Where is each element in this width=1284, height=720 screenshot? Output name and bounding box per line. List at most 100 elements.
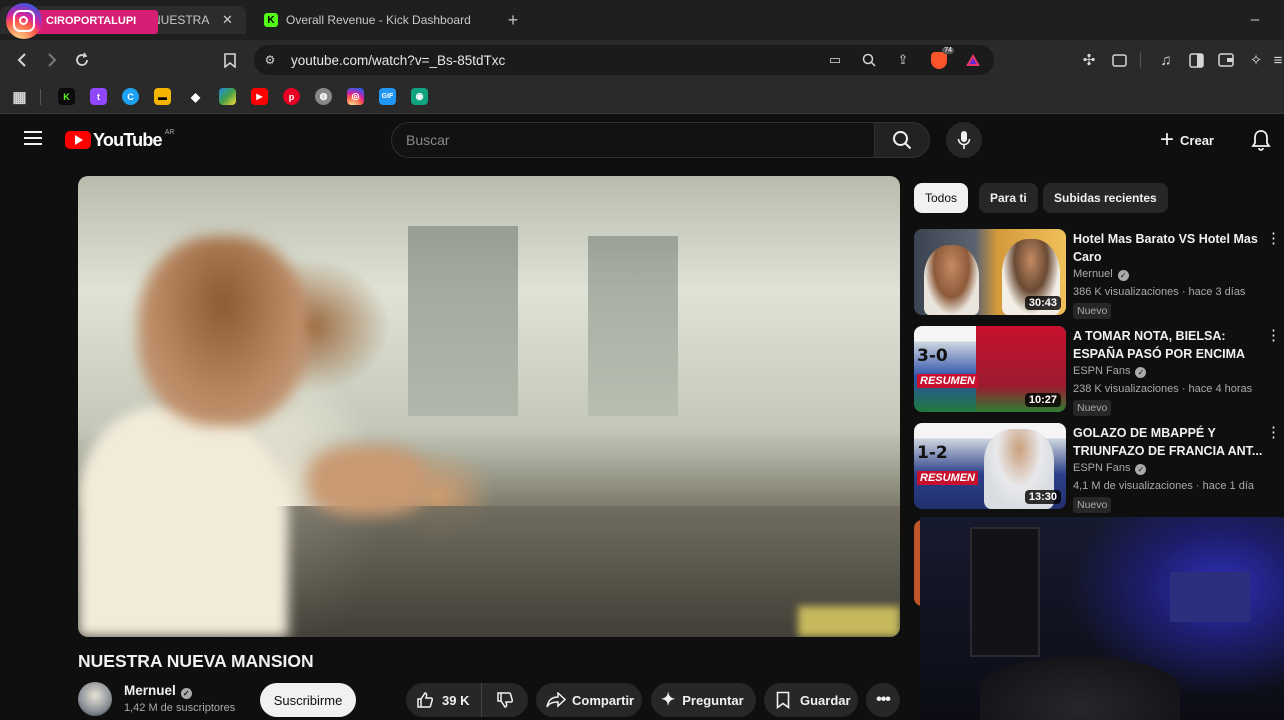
subscriber-count: 1,42 M de suscriptores — [124, 702, 236, 714]
tab-search-icon[interactable] — [1108, 49, 1130, 71]
site-settings-icon[interactable]: ⚙ — [259, 49, 281, 71]
recommendation-item[interactable]: 1-2 RESUMEN 13:30 GOLAZO DE MBAPPÉ Y TRI… — [914, 423, 1284, 513]
channel-avatar[interactable] — [78, 682, 112, 716]
sidebar-icon[interactable] — [1185, 49, 1207, 71]
more-vert-icon[interactable]: ⋮ — [1266, 328, 1281, 344]
thumbnail-score: 3-0 — [917, 346, 948, 366]
back-arrow-icon[interactable] — [11, 49, 33, 71]
chip-para-ti[interactable]: Para ti — [979, 183, 1038, 213]
chip-todos[interactable]: Todos — [914, 183, 969, 213]
ask-button[interactable]: ✦ Preguntar — [651, 683, 756, 717]
subscribe-button[interactable]: Suscribirme — [260, 683, 356, 717]
thumbnail-person-left — [924, 245, 979, 315]
reload-icon[interactable] — [71, 49, 93, 71]
recommendation-title[interactable]: A TOMAR NOTA, BIELSA: ESPAÑA PASÓ POR EN… — [1073, 327, 1263, 363]
thumbnail-score: 1-2 — [917, 443, 948, 463]
cast-icon[interactable]: ▭ — [824, 49, 846, 71]
notifications-bell-icon[interactable] — [1251, 129, 1271, 156]
leo-ai-icon[interactable]: ✧ — [1245, 49, 1267, 71]
search-button[interactable] — [874, 122, 930, 158]
kick-icon: K — [264, 13, 278, 27]
share-button[interactable]: Compartir — [536, 683, 642, 717]
video-window-panel — [408, 226, 518, 416]
dislike-button[interactable] — [482, 683, 528, 717]
new-badge: Nuevo — [1073, 400, 1112, 416]
wallet-icon[interactable] — [1215, 49, 1237, 71]
thumbs-down-icon — [497, 692, 514, 708]
recommendation-item[interactable]: 3-0 RESUMEN 10:27 A TOMAR NOTA, BIELSA: … — [914, 326, 1284, 416]
streamer-webcam — [920, 517, 1284, 720]
brave-shield-icon[interactable]: 74 — [928, 47, 954, 71]
folder-bookmark-icon[interactable]: ▬ — [154, 88, 171, 105]
guide-menu-icon[interactable] — [24, 131, 42, 145]
plus-icon: + — [1160, 126, 1175, 153]
search-input[interactable] — [406, 131, 846, 149]
chip-subidas-recientes[interactable]: Subidas recientes — [1043, 183, 1168, 213]
globe-bookmark-icon[interactable]: ◍ — [315, 88, 332, 105]
bookmarks-divider — [40, 89, 41, 105]
url-text[interactable]: youtube.com/watch?v=_Bs-85tdTxc — [291, 53, 505, 68]
media-controls-icon[interactable]: ♫ — [1155, 49, 1177, 71]
forward-arrow-icon[interactable] — [41, 49, 63, 71]
youtube-bookmark-icon[interactable]: ▶ — [251, 88, 268, 105]
verified-icon: ✓ — [180, 688, 192, 699]
instagram-bookmark-icon[interactable]: ◎ — [347, 88, 364, 105]
youtube-logo[interactable]: YouTube AR — [65, 129, 174, 150]
more-vert-icon[interactable]: ⋮ — [1266, 425, 1281, 441]
video-yellow-towel — [798, 606, 900, 637]
video-person-head — [138, 236, 308, 426]
ask-label: Preguntar — [682, 692, 744, 708]
video-thumbnail[interactable]: 3-0 RESUMEN 10:27 — [914, 326, 1066, 412]
recommendation-meta: 4,1 M de visualizaciones · hace 1 día — [1073, 480, 1254, 492]
pinterest-bookmark-icon[interactable]: p — [283, 88, 300, 105]
new-tab-icon[interactable]: + — [502, 9, 524, 31]
tab-close-icon[interactable]: ✕ — [222, 12, 233, 28]
search-icon — [893, 131, 912, 150]
video-thumbnail[interactable]: 30:43 — [914, 229, 1066, 315]
zoom-icon[interactable] — [858, 49, 880, 71]
share-icon[interactable]: ⇪ — [892, 49, 914, 71]
instagram-logo-icon — [6, 3, 42, 39]
recommendation-channel[interactable]: ESPN Fans ✓ — [1073, 365, 1147, 378]
more-actions-button[interactable]: ••• — [866, 683, 900, 717]
address-bar[interactable]: ⚙ youtube.com/watch?v=_Bs-85tdTxc ▭ ⇪ 74 — [254, 45, 994, 75]
apps-grid-icon[interactable]: ▦ — [11, 88, 28, 106]
share-label: Compartir — [572, 692, 635, 708]
search-box[interactable] — [391, 122, 875, 158]
brave-rewards-icon[interactable] — [962, 49, 984, 71]
minimize-window-icon[interactable]: – — [1244, 8, 1266, 30]
video-thumbnail[interactable]: 1-2 RESUMEN 13:30 — [914, 423, 1066, 509]
diamond-bookmark-icon[interactable]: ◆ — [187, 88, 204, 105]
recommendation-title[interactable]: Hotel Mas Barato VS Hotel Mas Caro — [1073, 230, 1263, 266]
video-hands — [308, 446, 428, 516]
channel-text: ESPN Fans — [1073, 365, 1131, 377]
like-button[interactable]: 39 K — [406, 683, 482, 717]
save-label: Guardar — [800, 692, 851, 708]
create-button[interactable]: + Crear — [1160, 127, 1214, 153]
tab-kick-dashboard[interactable]: K Overall Revenue - Kick Dashboard — [256, 6, 496, 34]
channel-name[interactable]: Mernuel ✓ — [124, 683, 192, 699]
microphone-icon — [957, 131, 971, 149]
recommendation-item[interactable]: 30:43 Hotel Mas Barato VS Hotel Mas Caro… — [914, 229, 1284, 319]
menu-icon[interactable]: ≡ — [1272, 49, 1284, 71]
video-duration: 30:43 — [1024, 296, 1061, 310]
verified-icon: ✓ — [1117, 270, 1129, 281]
c-bookmark-icon[interactable]: C — [122, 88, 139, 105]
video-duration: 13:30 — [1024, 490, 1061, 504]
bookmark-icon[interactable] — [219, 49, 241, 71]
gif-bookmark-icon[interactable]: GIF — [379, 88, 396, 105]
twitch-bookmark-icon[interactable]: t — [90, 88, 107, 105]
chat-bookmark-icon[interactable]: ◉ — [411, 88, 428, 105]
save-button[interactable]: Guardar — [764, 683, 858, 717]
video-player[interactable] — [78, 176, 900, 637]
recommendation-channel[interactable]: ESPN Fans ✓ — [1073, 462, 1147, 475]
extensions-icon[interactable]: ✣ — [1078, 49, 1100, 71]
recommendation-meta: 386 K visualizaciones · hace 3 días — [1073, 286, 1246, 298]
thumbnail-caption: RESUMEN — [917, 471, 979, 485]
kick-bookmark-icon[interactable]: K — [58, 88, 75, 105]
voice-search-button[interactable] — [946, 122, 982, 158]
more-vert-icon[interactable]: ⋮ — [1266, 231, 1281, 247]
sheet-bookmark-icon[interactable] — [219, 88, 236, 105]
recommendation-channel[interactable]: Mernuel ✓ — [1073, 268, 1129, 281]
recommendation-title[interactable]: GOLAZO DE MBAPPÉ Y TRIUNFAZO DE FRANCIA … — [1073, 424, 1263, 460]
